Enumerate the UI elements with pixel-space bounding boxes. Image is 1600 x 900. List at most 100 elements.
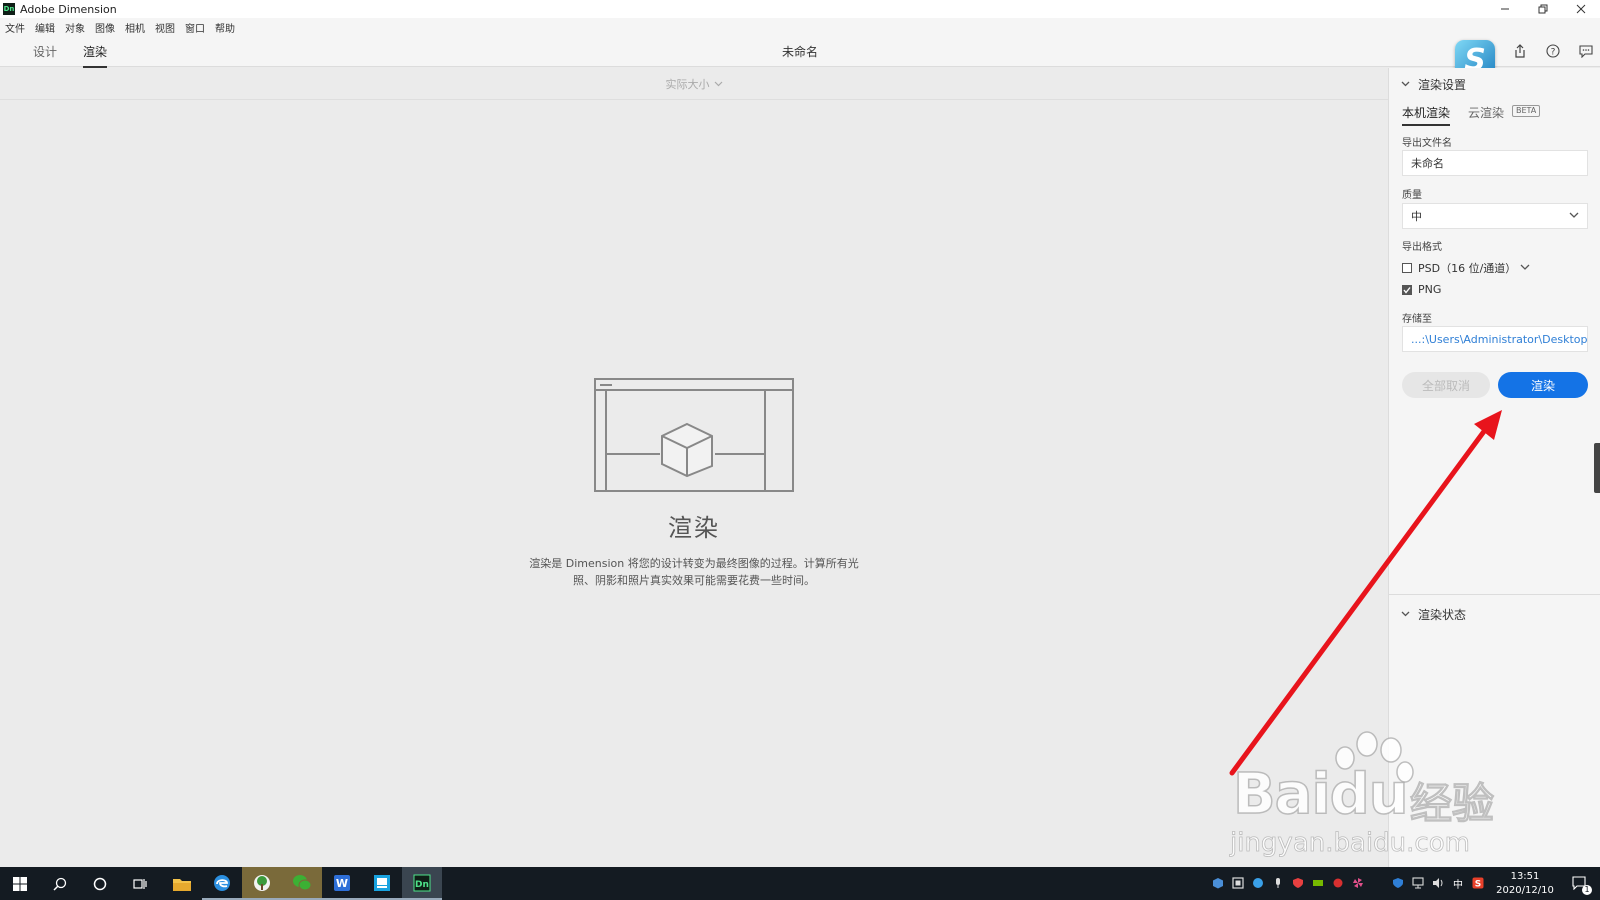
window-controls: [1486, 0, 1600, 18]
zoom-dropdown[interactable]: 实际大小: [666, 76, 710, 92]
taskbar-clock[interactable]: 13:51 2020/12/10: [1490, 870, 1560, 898]
format-png-option[interactable]: PNG: [1402, 283, 1441, 296]
svg-text:S: S: [1475, 880, 1481, 890]
windows-taskbar: W Dn 中 S 13:51 2020/12/10 1: [0, 867, 1600, 900]
window-title: Adobe Dimension: [20, 2, 117, 16]
taskbar-app-blue[interactable]: [362, 867, 402, 900]
menu-view[interactable]: 视图: [155, 20, 175, 35]
volume-icon: [1433, 878, 1443, 888]
tab-design[interactable]: 设计: [33, 43, 57, 60]
render-settings-header[interactable]: 渲染设置: [1401, 76, 1466, 93]
cloud-icon: [1253, 878, 1263, 888]
panel-divider: [1389, 594, 1600, 595]
tray-ime[interactable]: 中: [1451, 876, 1465, 891]
svg-text:W: W: [336, 877, 348, 890]
tray-icon-cube[interactable]: [1211, 876, 1225, 890]
network-icon: [1412, 877, 1424, 889]
psd-label: PSD（16 位/通道）: [1418, 262, 1517, 275]
watermark-cn: 经验: [1409, 779, 1495, 829]
task-view-button[interactable]: [120, 867, 160, 900]
tray-icon-volume[interactable]: [1431, 876, 1445, 890]
save-path-field[interactable]: ...:\Users\Administrator\Desktop: [1402, 326, 1588, 352]
menu-camera[interactable]: 相机: [125, 20, 145, 35]
search-icon: [53, 877, 67, 891]
render-button[interactable]: 渲染: [1498, 372, 1588, 398]
menu-object[interactable]: 对象: [65, 20, 85, 35]
tray-icon-record[interactable]: [1331, 876, 1345, 890]
taskbar-dimension[interactable]: Dn: [402, 867, 442, 900]
menu-window[interactable]: 窗口: [185, 20, 205, 35]
help-icon: ?: [1546, 44, 1560, 58]
cancel-all-button[interactable]: 全部取消: [1402, 372, 1490, 398]
tab-render[interactable]: 渲染: [83, 43, 108, 68]
minimize-icon: [1501, 8, 1509, 10]
task-view-icon: [133, 878, 147, 889]
chevron-down-icon: [1401, 79, 1410, 91]
format-psd-option[interactable]: PSD（16 位/通道）: [1402, 260, 1530, 276]
baidu-watermark: Baidu 经验 jingyan.baidu.com: [1225, 730, 1525, 860]
taskbar-file-explorer[interactable]: [162, 867, 202, 900]
restore-button[interactable]: [1524, 0, 1562, 18]
menu-file[interactable]: 文件: [5, 20, 25, 35]
chevron-down-icon: [714, 77, 723, 91]
filename-input[interactable]: 未命名: [1402, 150, 1588, 176]
format-label: 导出格式: [1402, 242, 1442, 253]
tree-icon: [254, 874, 270, 891]
render-status-header[interactable]: 渲染状态: [1401, 606, 1466, 623]
png-checkbox[interactable]: [1402, 284, 1412, 295]
watermark-brand: Baidu: [1232, 761, 1409, 828]
feedback-button[interactable]: [1578, 43, 1594, 59]
filename-label: 导出文件名: [1402, 138, 1452, 149]
tray-icon-nvidia[interactable]: [1311, 876, 1325, 890]
tray-icon-sogou[interactable]: S: [1471, 876, 1485, 890]
tray-icon-shield[interactable]: [1291, 876, 1305, 890]
wechat-icon: [293, 874, 312, 890]
clock-time: 13:51: [1510, 871, 1540, 882]
tray-icon-security[interactable]: [1391, 876, 1405, 890]
security-shield-icon: [1393, 878, 1403, 888]
taskbar-edge[interactable]: [202, 867, 242, 900]
menu-image[interactable]: 图像: [95, 20, 115, 35]
share-icon: [1515, 44, 1525, 58]
chevron-down-icon[interactable]: [1520, 262, 1530, 275]
tab-cloud-render[interactable]: 云渲染: [1468, 104, 1504, 121]
quality-select[interactable]: 中: [1402, 203, 1588, 229]
tray-icon-pinwheel[interactable]: [1351, 876, 1365, 890]
start-button[interactable]: [0, 867, 40, 900]
tab-local-render[interactable]: 本机渲染: [1402, 104, 1451, 126]
beta-badge: BETA: [1512, 105, 1541, 117]
help-button[interactable]: ?: [1545, 43, 1561, 59]
minimize-button[interactable]: [1486, 0, 1524, 18]
taskbar-wechat[interactable]: [282, 867, 322, 900]
search-button[interactable]: [40, 867, 80, 900]
chevron-down-icon: [1401, 609, 1410, 621]
menu-edit[interactable]: 编辑: [35, 20, 55, 35]
app-header: 设计 渲染 未命名 ?: [0, 36, 1600, 68]
sogou-icon: S: [1472, 877, 1484, 889]
panel-scroll-handle[interactable]: [1594, 443, 1600, 493]
tray-icon-cloud[interactable]: [1251, 876, 1265, 890]
title-bar: Dn Adobe Dimension: [0, 0, 1600, 18]
taskbar-app-green[interactable]: [242, 867, 282, 900]
svg-text:?: ?: [1551, 48, 1556, 58]
clock-date: 2020/12/10: [1496, 885, 1554, 896]
close-button[interactable]: [1562, 0, 1600, 18]
watermark-url: jingyan.baidu.com: [1230, 828, 1471, 859]
microphone-icon: [1276, 878, 1280, 888]
dimension-icon: Dn: [413, 874, 431, 891]
screen-icon: [1232, 877, 1244, 889]
tray-icon-network[interactable]: [1411, 876, 1425, 890]
edge-icon: [214, 874, 230, 891]
share-button[interactable]: [1512, 43, 1528, 59]
menu-help[interactable]: 帮助: [215, 20, 235, 35]
pinwheel-icon: [1353, 878, 1363, 888]
psd-checkbox[interactable]: [1402, 263, 1412, 273]
render-settings-title: 渲染设置: [1418, 78, 1467, 92]
cortana-button[interactable]: [80, 867, 120, 900]
tray-icon-mic[interactable]: [1271, 876, 1285, 890]
menu-bar: 文件 编辑 对象 图像 相机 视图 窗口 帮助: [0, 18, 1600, 36]
tray-icon-screen[interactable]: [1231, 876, 1245, 890]
svg-text:Dn: Dn: [415, 880, 429, 890]
word-icon: W: [334, 874, 350, 891]
taskbar-wps-writer[interactable]: W: [322, 867, 362, 900]
